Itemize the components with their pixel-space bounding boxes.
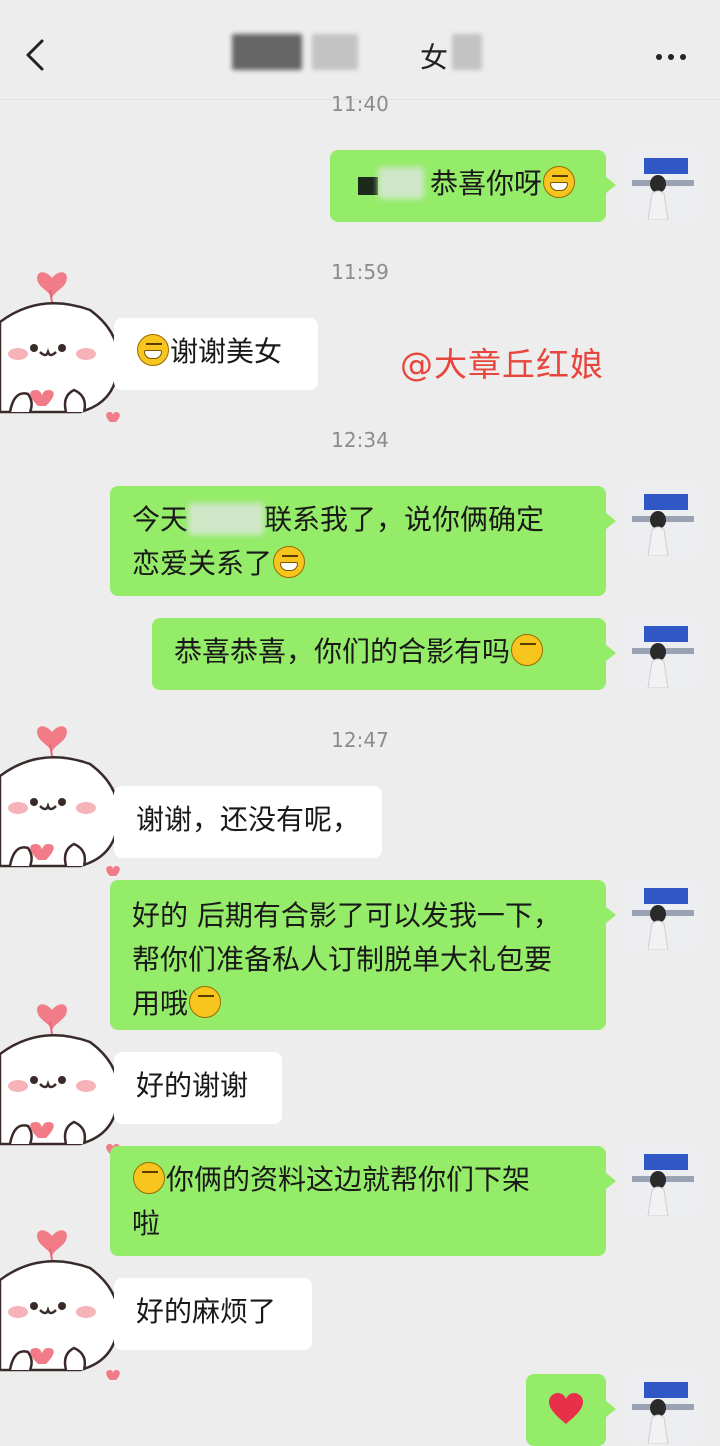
message-bubble[interactable]: 好的谢谢 — [104, 1052, 282, 1124]
matchmaker-avatar[interactable] — [628, 618, 698, 688]
message-text: 你俩的资料这边就帮你们下架 — [166, 1163, 531, 1196]
redacted-name — [378, 167, 424, 199]
chat-header: 女 — [0, 0, 720, 100]
message-text: 用哦 — [132, 987, 189, 1020]
message-bubble[interactable] — [526, 1374, 616, 1446]
grin-emoji — [543, 166, 576, 198]
message-text: 谢谢，还没有呢， — [136, 803, 361, 836]
message-text: 好的 后期有合影了可以发我一下， — [132, 899, 561, 932]
message-text: 联系我了，说你俩确定 — [264, 503, 545, 536]
message-text: 好的谢谢 — [136, 1069, 249, 1102]
matchmaker-avatar[interactable] — [628, 1374, 698, 1444]
redacted-name — [358, 177, 378, 195]
message-bubble[interactable]: 你俩的资料这边就帮你们下架 啦 — [110, 1146, 616, 1256]
matchmaker-avatar[interactable] — [628, 486, 698, 556]
wink-emoji — [189, 986, 222, 1018]
timestamp: 11:40 — [331, 92, 389, 116]
grin-emoji — [273, 546, 306, 578]
message-text: 啦 — [132, 1207, 161, 1240]
message-bubble[interactable]: 恭喜你呀 — [330, 150, 616, 222]
redacted-name — [232, 34, 302, 70]
message-text: 帮你们准备私人订制脱单大礼包要 — [132, 943, 553, 976]
message-text: 谢谢美女 — [170, 335, 283, 368]
grin-emoji — [137, 334, 169, 366]
timestamp: 12:34 — [331, 428, 389, 452]
message-text: 今天 — [132, 503, 189, 536]
matchmaker-avatar[interactable] — [628, 150, 698, 220]
message-text: 恋爱关系了 — [132, 547, 273, 580]
message-text: 好的麻烦了 — [136, 1295, 277, 1328]
message-text: 恭喜你呀 — [430, 167, 543, 200]
message-bubble[interactable]: 好的麻烦了 — [104, 1278, 312, 1350]
message-bubble[interactable]: 今天 联系我了，说你俩确定 恋爱关系了 — [110, 486, 616, 596]
matchmaker-avatar[interactable] — [628, 1146, 698, 1216]
redacted-name — [452, 34, 482, 70]
message-bubble[interactable]: 好的 后期有合影了可以发我一下， 帮你们准备私人订制脱单大礼包要 用哦 — [110, 880, 616, 1030]
message-text: 恭喜恭喜，你们的合影有吗 — [174, 635, 511, 668]
heart-emoji — [549, 1393, 583, 1424]
smug-emoji — [133, 1162, 165, 1194]
message-bubble[interactable]: 谢谢美女 — [104, 318, 318, 390]
watermark-text: @大章丘红娘 — [400, 345, 604, 384]
smug-emoji — [511, 634, 544, 666]
ellipsis-icon[interactable] — [656, 54, 686, 60]
redacted-name — [188, 503, 265, 535]
matchmaker-avatar[interactable] — [628, 880, 698, 950]
chevron-left-icon[interactable] — [22, 38, 48, 72]
cartoon-bun-avatar[interactable] — [0, 716, 130, 892]
redacted-name — [312, 34, 358, 70]
message-bubble[interactable]: 恭喜恭喜，你们的合影有吗 — [152, 618, 616, 690]
chat-title: 女 — [420, 41, 449, 74]
message-bubble[interactable]: 谢谢，还没有呢， — [104, 786, 382, 858]
